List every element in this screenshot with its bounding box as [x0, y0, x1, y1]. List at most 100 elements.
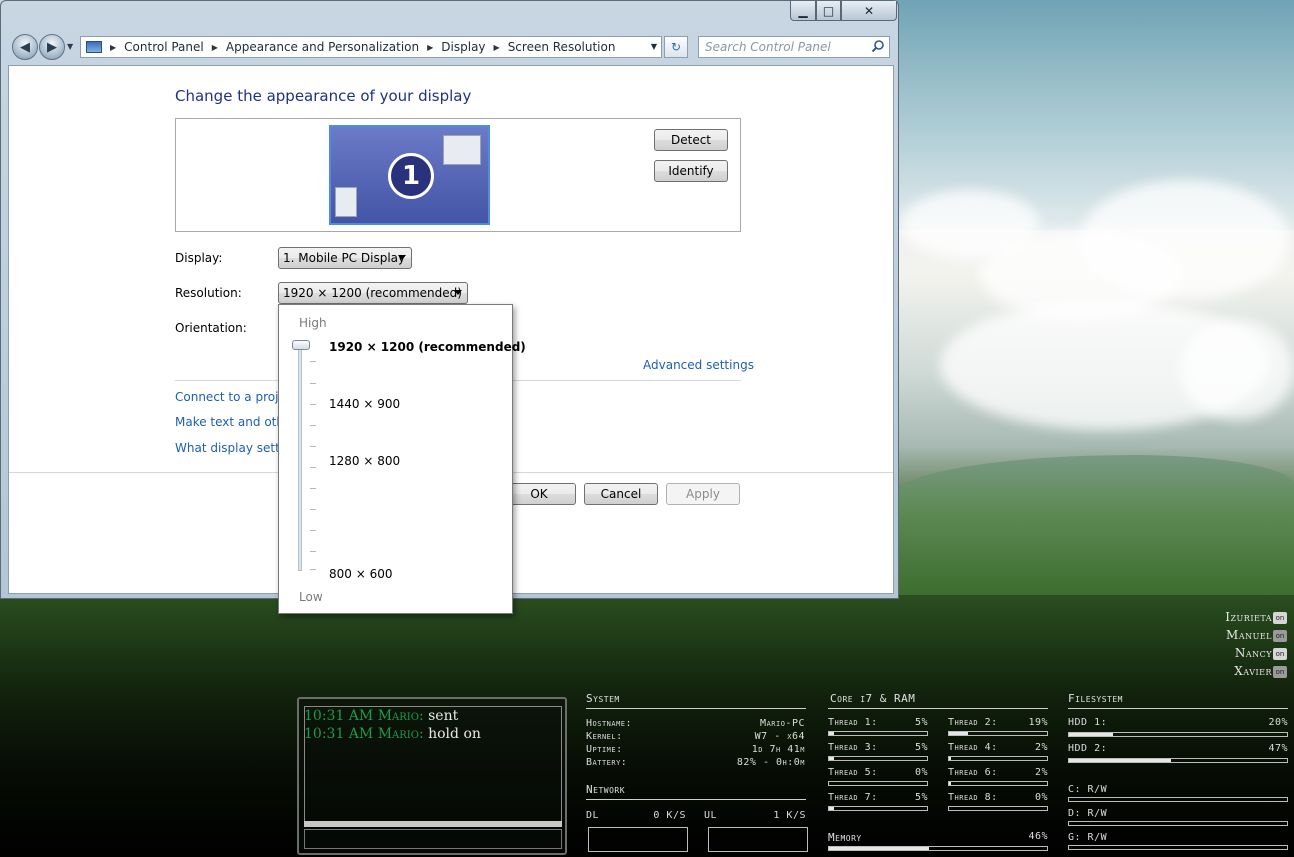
- breadcrumb-appearance[interactable]: Appearance and Personalization: [226, 40, 419, 54]
- drive-c-bar: [1068, 797, 1288, 802]
- thread-bar-fill: [829, 757, 834, 760]
- back-button[interactable]: ◀: [12, 34, 38, 60]
- thread-value: 2%: [1034, 767, 1048, 778]
- arrow-left-icon: ◀: [20, 39, 30, 55]
- display-select[interactable]: 1. Mobile PC Display: [278, 247, 412, 269]
- hostname-value: Mario-PC: [760, 718, 805, 729]
- hdd2-label: HDD 2:: [1068, 743, 1108, 754]
- thread-bar: [948, 756, 1048, 761]
- status-badge: on: [1273, 648, 1287, 660]
- slider-tick: [310, 569, 316, 570]
- refresh-button[interactable]: ↻: [664, 36, 688, 58]
- connect-projector-link[interactable]: Connect to a projec: [175, 390, 292, 404]
- maximize-button[interactable]: □: [816, 1, 841, 21]
- memory-label: Memory: [828, 831, 862, 844]
- thread-bar: [828, 806, 928, 811]
- slider-tick: [310, 467, 316, 468]
- search-input[interactable]: Search Control Panel: [698, 36, 890, 58]
- thread-bar: [828, 781, 928, 786]
- identify-button[interactable]: Identify: [654, 160, 728, 182]
- contact-nancy[interactable]: Nancy: [1235, 646, 1272, 660]
- hostname-label: Hostname:: [586, 718, 633, 729]
- resolution-label: Resolution:: [175, 286, 242, 300]
- minimize-button[interactable]: ▁: [790, 1, 816, 21]
- contact-xavier[interactable]: Xavier: [1234, 664, 1272, 678]
- battery-label: Battery:: [586, 757, 628, 768]
- drive-d: D: R/W: [1068, 808, 1108, 819]
- drive-d-bar: [1068, 821, 1288, 826]
- resolution-option-800x600[interactable]: 800 × 600: [329, 567, 393, 581]
- slider-tick: [310, 551, 316, 552]
- monitor-window-icon: [335, 187, 357, 217]
- chat-widget: 10:31 AM Mario: sent 10:31 AM Mario: hol…: [297, 697, 567, 855]
- recent-pages-dropdown[interactable]: ▼: [67, 42, 73, 51]
- resolution-option-1920x1200[interactable]: 1920 × 1200 (recommended): [329, 340, 526, 354]
- contact-izurieta[interactable]: Izurieta: [1225, 610, 1272, 624]
- resolution-option-1440x900[interactable]: 1440 × 900: [329, 397, 400, 411]
- hdd2-value: 47%: [1268, 743, 1288, 754]
- hdd2-bar-fill: [1069, 759, 1172, 762]
- breadcrumb-control-panel[interactable]: Control Panel: [124, 40, 204, 54]
- thread-value: 5%: [914, 742, 928, 753]
- slider-low-label: Low: [299, 590, 323, 604]
- control-panel-icon: [86, 41, 102, 53]
- detect-button[interactable]: Detect: [654, 129, 728, 151]
- status-badge: on: [1273, 666, 1287, 678]
- thread-value: 5%: [914, 717, 928, 728]
- system-title: System: [586, 692, 620, 705]
- chat-time: 10:31 AM: [304, 708, 374, 724]
- resolution-slider-thumb[interactable]: [292, 340, 310, 350]
- apply-button[interactable]: Apply: [666, 483, 740, 505]
- download-value: 0 K/S: [653, 810, 686, 821]
- caption-buttons: ▁ □ ✕: [790, 1, 897, 22]
- chat-message: 10:31 AM Mario: hold on: [304, 726, 481, 742]
- chevron-down-icon: [454, 290, 462, 295]
- address-bar[interactable]: ▶ Control Panel ▶ Appearance and Personali…: [80, 36, 662, 58]
- thread-bar: [948, 806, 1048, 811]
- display-select-value: 1. Mobile PC Display: [283, 251, 406, 265]
- drive-c: C: R/W: [1068, 784, 1108, 795]
- divider: [586, 708, 806, 709]
- resolution-slider-track[interactable]: [298, 343, 302, 571]
- memory-bar: [828, 846, 1048, 851]
- orientation-label: Orientation:: [175, 321, 247, 335]
- cloud: [1080, 180, 1290, 300]
- cloud: [1180, 320, 1294, 420]
- chat-text: hold on: [428, 726, 481, 742]
- slider-high-label: High: [299, 316, 327, 330]
- chat-history: [304, 706, 562, 826]
- hdd1-value: 20%: [1268, 717, 1288, 728]
- ok-button[interactable]: OK: [502, 483, 576, 505]
- thread-bar: [948, 781, 1048, 786]
- resolution-select[interactable]: 1920 × 1200 (recommended): [278, 282, 468, 304]
- hdd1-label: HDD 1:: [1068, 717, 1108, 728]
- download-graph: [588, 827, 688, 852]
- chat-time: 10:31 AM: [304, 726, 374, 742]
- cancel-button[interactable]: Cancel: [584, 483, 658, 505]
- close-button[interactable]: ✕: [841, 1, 897, 21]
- contact-manuel[interactable]: Manuel: [1226, 628, 1272, 642]
- chevron-right-icon: ▶: [493, 42, 500, 52]
- kernel-value: W7 - x64: [754, 731, 805, 742]
- memory-value: 46%: [1028, 831, 1048, 842]
- thread-label: Thread 6:: [948, 767, 998, 778]
- advanced-settings-link[interactable]: Advanced settings: [643, 358, 754, 372]
- arrow-right-icon: ▶: [47, 39, 57, 55]
- chevron-down-icon[interactable]: ▼: [651, 42, 657, 51]
- slider-tick: [310, 383, 316, 384]
- breadcrumb-display[interactable]: Display: [441, 40, 485, 54]
- breadcrumb-screen-resolution[interactable]: Screen Resolution: [508, 40, 616, 54]
- thread-bar-fill: [829, 732, 834, 735]
- slider-tick: [310, 509, 316, 510]
- search-icon: [871, 40, 884, 53]
- forward-button[interactable]: ▶: [39, 34, 65, 60]
- monitor-1[interactable]: 1: [329, 125, 490, 225]
- resolution-option-1280x800[interactable]: 1280 × 800: [329, 454, 400, 468]
- chat-input[interactable]: [304, 829, 562, 849]
- upload-graph: [708, 827, 808, 852]
- thread-value: 19%: [1028, 717, 1048, 728]
- thread-bar: [828, 731, 928, 736]
- monitor-window-icon: [443, 135, 481, 165]
- chat-sender: Mario:: [377, 708, 424, 724]
- chevron-down-icon: [398, 255, 406, 260]
